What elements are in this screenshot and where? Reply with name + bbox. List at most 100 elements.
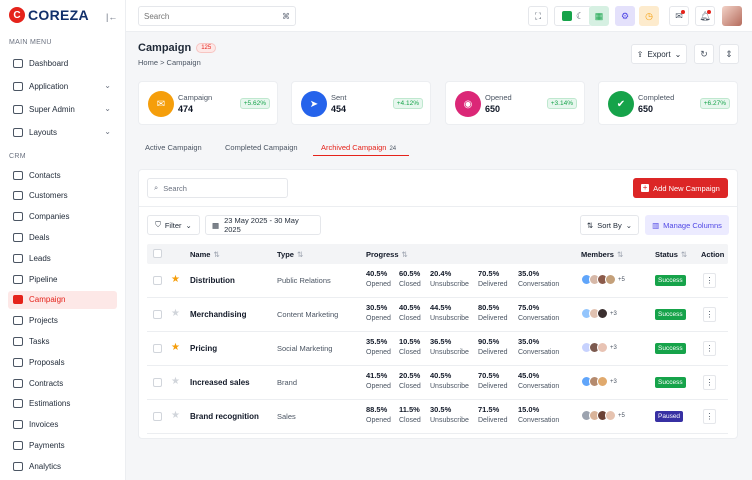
metric-value: 60.5% xyxy=(399,269,421,278)
add-campaign-button[interactable]: + Add New Campaign xyxy=(633,178,728,198)
star-icon[interactable]: ★ xyxy=(171,274,180,285)
tab-archived-campaign[interactable]: Archived Campaign 24 xyxy=(321,143,396,152)
analytics-icon xyxy=(13,461,23,471)
sidebar-item-label: Layouts xyxy=(29,127,58,137)
sidebar-item-super-admin[interactable]: Super Admin ⌄ xyxy=(8,100,117,118)
tab-active-campaign[interactable]: Active Campaign xyxy=(145,143,202,152)
sidebar-item-estimations[interactable]: Estimations xyxy=(8,395,117,413)
user-avatar[interactable] xyxy=(722,6,742,26)
row-checkbox[interactable] xyxy=(153,344,162,353)
sidebar-item-tasks[interactable]: Tasks xyxy=(8,332,117,350)
campaign-name[interactable]: Distribution xyxy=(190,276,235,285)
star-icon[interactable]: ★ xyxy=(171,410,180,421)
sidebar-item-leads[interactable]: Leads xyxy=(8,249,117,267)
member-avatars[interactable]: +5 xyxy=(581,274,625,285)
col-members[interactable]: Members ⇅ xyxy=(581,250,623,259)
sidebar-item-application[interactable]: Application ⌄ xyxy=(8,77,117,95)
more-members-count: +3 xyxy=(610,310,617,317)
sidebar-item-projects[interactable]: Projects xyxy=(8,312,117,330)
sidebar-item-label: Projects xyxy=(29,316,58,326)
star-icon[interactable]: ★ xyxy=(171,308,180,319)
sidebar-item-deals[interactable]: Deals xyxy=(8,228,117,246)
sidebar-item-pipeline[interactable]: Pipeline xyxy=(8,270,117,288)
metric-label: Opened xyxy=(366,383,391,390)
campaign-name[interactable]: Pricing xyxy=(190,344,217,353)
star-icon[interactable]: ★ xyxy=(171,342,180,353)
sidebar-item-analytics[interactable]: Analytics xyxy=(8,457,117,475)
table-row[interactable]: ★ Pricing Social Marketing 35.5% Opened 10.5%… xyxy=(147,332,728,366)
row-actions-button[interactable]: ⋮ xyxy=(703,375,716,390)
sort-icon: ⇅ xyxy=(296,250,304,259)
col-status[interactable]: Status ⇅ xyxy=(655,250,687,259)
table-row[interactable]: ★ Distribution Public Relations 40.5% Opened… xyxy=(147,264,728,298)
row-checkbox[interactable] xyxy=(153,378,162,387)
row-actions-button[interactable]: ⋮ xyxy=(703,307,716,322)
settings-button[interactable]: ⚙ xyxy=(615,6,635,26)
collapse-header-button[interactable]: ⇕ xyxy=(719,44,739,64)
notifications-button[interactable]: 🔔︎ xyxy=(695,6,715,26)
metric-label: Conversation xyxy=(518,281,560,288)
export-button[interactable]: ⇪ Export ⌄ xyxy=(631,44,687,64)
table-row[interactable]: ★ Brand recognition Sales 88.5% Opened 11.5% C… xyxy=(147,400,728,434)
star-icon[interactable]: ★ xyxy=(171,376,180,387)
sidebar-item-layouts[interactable]: Layouts ⌄ xyxy=(8,123,117,141)
sidebar-item-invoices[interactable]: Invoices xyxy=(8,416,117,434)
sidebar-item-payments[interactable]: Payments xyxy=(8,436,117,454)
more-vertical-icon: ⋮ xyxy=(705,276,714,285)
fullscreen-button[interactable]: ⛶ xyxy=(528,6,548,26)
brand-logo[interactable]: C COREZA xyxy=(9,7,89,23)
campaign-name[interactable]: Merchandising xyxy=(190,310,246,319)
campaign-name[interactable]: Brand recognition xyxy=(190,412,259,421)
sidebar-item-campaign[interactable]: Campaign xyxy=(8,290,117,309)
breadcrumb[interactable]: Home > Campaign xyxy=(138,58,201,67)
row-actions-button[interactable]: ⋮ xyxy=(703,341,716,356)
member-avatars[interactable]: +3 xyxy=(581,342,617,353)
table-search[interactable]: ⌕ Search xyxy=(147,178,288,198)
row-actions-button[interactable]: ⋮ xyxy=(703,409,716,424)
invoices-icon xyxy=(13,420,23,430)
sidebar-item-contacts[interactable]: Contacts xyxy=(8,166,117,184)
row-checkbox[interactable] xyxy=(153,276,162,285)
theme-toggle[interactable]: ☾ xyxy=(554,6,592,26)
col-progress[interactable]: Progress ⇅ xyxy=(366,250,408,259)
global-search[interactable]: ⌘ xyxy=(138,6,296,26)
table-row[interactable]: ★ Merchandising Content Marketing 30.5% Open… xyxy=(147,298,728,332)
filter-button[interactable]: ⛉ Filter ⌄ xyxy=(147,215,200,235)
avatar xyxy=(597,376,608,387)
fullscreen-icon: ⛶ xyxy=(534,10,542,21)
dashboard-icon xyxy=(13,58,23,68)
messages-button[interactable]: ✉ xyxy=(669,6,689,26)
member-avatars[interactable]: +3 xyxy=(581,308,617,319)
col-name[interactable]: Name ⇅ xyxy=(190,250,220,259)
sort-by-button[interactable]: ⇅ Sort By ⌄ xyxy=(580,215,639,235)
select-all-checkbox[interactable] xyxy=(153,249,162,258)
sidebar-item-companies[interactable]: Companies xyxy=(8,208,117,226)
apps-button[interactable]: ▦ xyxy=(589,6,609,26)
table-row[interactable]: ★ Increased sales Brand 41.5% Opened 20.5% Clo… xyxy=(147,366,728,400)
sidebar-item-dashboard[interactable]: Dashboard xyxy=(8,54,117,72)
metric-value: 40.5% xyxy=(399,303,421,312)
row-actions-button[interactable]: ⋮ xyxy=(703,273,716,288)
metric-label: Conversation xyxy=(518,315,560,322)
campaign-name[interactable]: Increased sales xyxy=(190,378,250,387)
sidebar-item-label: Proposals xyxy=(29,357,65,367)
metric-label: Conversation xyxy=(518,383,560,390)
pipeline-icon xyxy=(13,274,23,284)
tab-completed-campaign[interactable]: Completed Campaign xyxy=(225,143,298,152)
col-type[interactable]: Type ⇅ xyxy=(277,250,303,259)
row-checkbox[interactable] xyxy=(153,412,162,421)
check-double-icon: ✔ xyxy=(608,91,634,117)
row-checkbox[interactable] xyxy=(153,310,162,319)
collapse-sidebar-icon[interactable]: |← xyxy=(106,12,117,22)
sidebar-item-proposals[interactable]: Proposals xyxy=(8,353,117,371)
manage-columns-button[interactable]: ▥ Manage Columns xyxy=(645,215,729,235)
timer-button[interactable]: ◷ xyxy=(639,6,659,26)
refresh-button[interactable]: ↻ xyxy=(694,44,714,64)
member-avatars[interactable]: +5 xyxy=(581,410,625,421)
theme-toggle-icon xyxy=(561,11,572,21)
date-range-picker[interactable]: ▦ 23 May 2025 - 30 May 2025 xyxy=(205,215,321,235)
sidebar-item-contracts[interactable]: Contracts xyxy=(8,374,117,392)
member-avatars[interactable]: +3 xyxy=(581,376,617,387)
sidebar-item-customers[interactable]: Customers xyxy=(8,187,117,205)
global-search-input[interactable] xyxy=(144,11,274,21)
